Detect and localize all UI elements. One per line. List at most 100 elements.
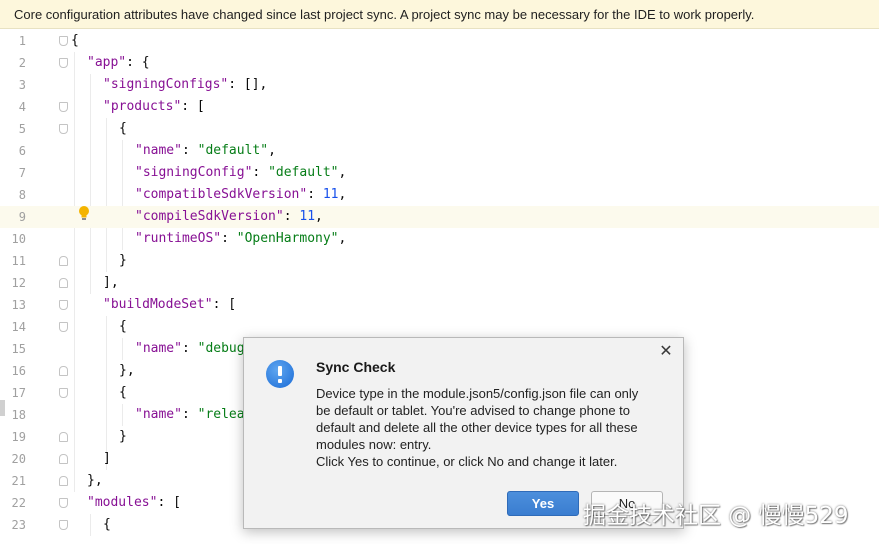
line-number: 9 (18, 210, 26, 224)
code-text: "compatibleSdkVersion": 11, (135, 184, 346, 206)
code-token: 11 (299, 209, 316, 224)
line-number: 2 (18, 56, 26, 70)
dialog-title: Sync Check (316, 359, 396, 375)
fold-icon[interactable] (59, 322, 68, 332)
line-number: 15 (11, 342, 26, 356)
line-number: 8 (18, 188, 26, 202)
code-text: "name": "default", (135, 140, 276, 162)
info-icon (266, 360, 294, 388)
sync-notification-banner: Core configuration attributes have chang… (0, 0, 879, 29)
code-line[interactable]: 13 "buildModeSet": [ (0, 294, 879, 316)
code-token: "app" (87, 55, 127, 70)
code-line[interactable]: 9 "compileSdkVersion": 11, (0, 206, 879, 228)
code-text: "name": "relea (135, 404, 245, 426)
fold-icon[interactable] (59, 256, 68, 266)
line-number: 23 (11, 518, 26, 532)
code-text: "app": { (87, 52, 150, 74)
code-text: { (103, 514, 111, 536)
code-token: "relea (197, 407, 245, 422)
code-token: "name" (135, 341, 182, 356)
code-line[interactable]: 8 "compatibleSdkVersion": 11, (0, 184, 879, 206)
code-token: : (307, 187, 323, 202)
fold-icon[interactable] (59, 520, 68, 530)
code-text: "name": "debug (135, 338, 245, 360)
line-number: 21 (11, 474, 26, 488)
fold-icon[interactable] (59, 366, 68, 376)
code-token: } (119, 429, 127, 444)
code-line[interactable]: 11} (0, 250, 879, 272)
code-token: , (338, 187, 347, 202)
fold-icon[interactable] (59, 476, 68, 486)
code-token: : (181, 407, 198, 422)
code-token: }, (87, 473, 103, 488)
code-token: "default" (268, 165, 339, 180)
code-token: } (119, 253, 127, 268)
code-line[interactable]: 1{ (0, 30, 879, 52)
code-line[interactable]: 6 "name": "default", (0, 140, 879, 162)
code-token: ], (103, 275, 119, 290)
code-token: ] (103, 451, 111, 466)
code-line[interactable]: 12], (0, 272, 879, 294)
code-token: : (221, 231, 237, 246)
code-token: "products" (103, 99, 182, 114)
close-icon[interactable]: ✕ (658, 344, 674, 360)
fold-icon[interactable] (59, 300, 68, 310)
code-text: { (119, 316, 127, 338)
code-token: "signingConfigs" (103, 77, 229, 92)
code-token: "debug (197, 341, 245, 356)
code-token: { (119, 385, 127, 400)
code-token: , (338, 231, 347, 246)
line-number: 22 (11, 496, 26, 510)
yes-button[interactable]: Yes (507, 491, 579, 516)
line-number: 11 (11, 254, 26, 268)
code-text: ], (103, 272, 119, 294)
code-token: : (252, 165, 269, 180)
line-number: 3 (18, 78, 26, 92)
line-number: 10 (11, 232, 26, 246)
line-number: 20 (11, 452, 26, 466)
fold-icon[interactable] (59, 36, 68, 46)
code-line[interactable]: 4 "products": [ (0, 96, 879, 118)
code-token: "name" (135, 407, 182, 422)
code-token: : (181, 143, 198, 158)
dialog-message-line: Device type in the module.json5/config.j… (316, 386, 639, 401)
code-text: { (119, 118, 127, 140)
code-token: "compatibleSdkVersion" (135, 187, 308, 202)
code-token: "runtimeOS" (135, 231, 222, 246)
dialog-message-line: default and delete all the other device … (316, 420, 638, 435)
code-token: "buildModeSet" (103, 297, 213, 312)
code-text: "compileSdkVersion": 11, (135, 206, 323, 228)
lightbulb-icon[interactable] (77, 205, 91, 221)
code-text: "signingConfig": "default", (135, 162, 346, 184)
code-text: "modules": [ (87, 492, 181, 514)
code-token: { (71, 33, 79, 48)
code-token: : [ (181, 99, 205, 114)
code-line[interactable]: 7 "signingConfig": "default", (0, 162, 879, 184)
code-line[interactable]: 3 "signingConfigs": [], (0, 74, 879, 96)
banner-text: Core configuration attributes have chang… (14, 7, 755, 22)
code-line[interactable]: 10 "runtimeOS": "OpenHarmony", (0, 228, 879, 250)
fold-icon[interactable] (59, 454, 68, 464)
code-line[interactable]: 2 "app": { (0, 52, 879, 74)
fold-icon[interactable] (59, 58, 68, 68)
code-token: : { (126, 55, 150, 70)
fold-icon[interactable] (59, 124, 68, 134)
line-number: 13 (11, 298, 26, 312)
line-number: 1 (18, 34, 26, 48)
line-number: 6 (18, 144, 26, 158)
code-token: 11 (322, 187, 339, 202)
code-text: "signingConfigs": [], (103, 74, 267, 96)
fold-icon[interactable] (59, 278, 68, 288)
fold-icon[interactable] (59, 432, 68, 442)
dialog-message: Device type in the module.json5/config.j… (316, 385, 661, 470)
code-token: { (103, 517, 111, 532)
code-line[interactable]: 5{ (0, 118, 879, 140)
code-line[interactable]: 14 { (0, 316, 879, 338)
fold-icon[interactable] (59, 102, 68, 112)
watermark: 掘金技术社区 @ 慢慢529 (583, 503, 849, 529)
dialog-message-line: modules now: entry. (316, 437, 432, 452)
code-token: "compileSdkVersion" (135, 209, 284, 224)
code-text: "products": [ (103, 96, 205, 118)
fold-icon[interactable] (59, 498, 68, 508)
fold-icon[interactable] (59, 388, 68, 398)
